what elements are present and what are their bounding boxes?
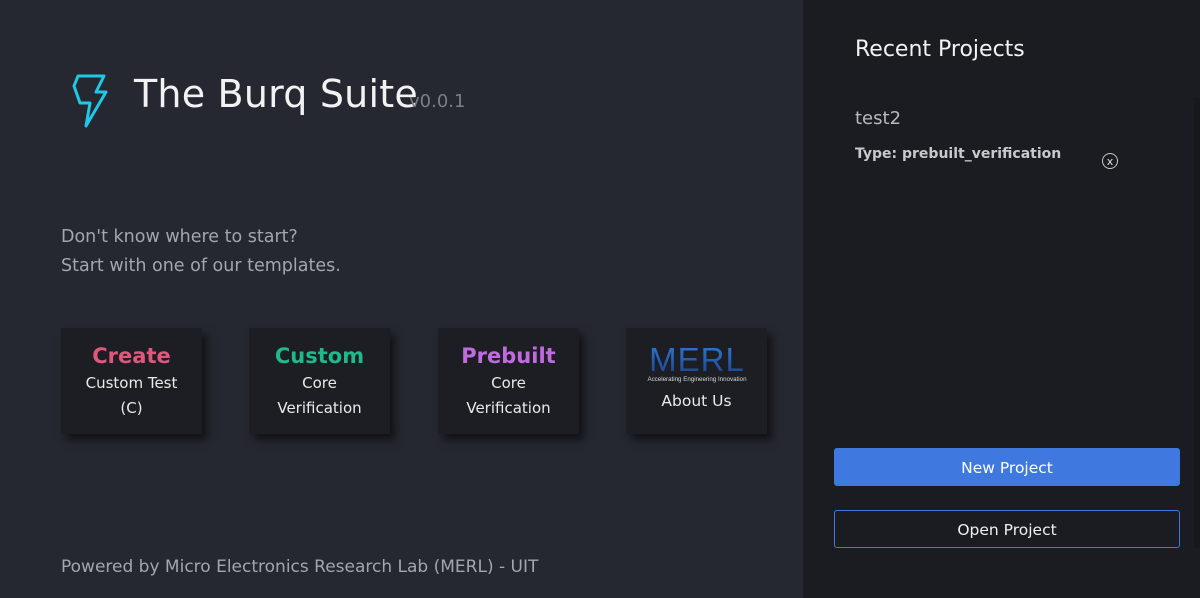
recent-projects-title: Recent Projects [855, 37, 1025, 62]
remove-recent-project-button[interactable]: x [1102, 153, 1118, 169]
template-card-title: Prebuilt [461, 344, 556, 368]
template-card-line-1: Custom Test [85, 374, 178, 392]
template-card-line-2: (C) [120, 399, 143, 417]
recent-project-name: test2 [855, 108, 902, 129]
intro-text: Don't know where to start? Start with on… [61, 223, 341, 281]
open-project-button[interactable]: Open Project [834, 510, 1180, 548]
lightning-bolt-icon [72, 74, 108, 128]
about-us-card[interactable]: MERL Accelerating Engineering Innovation… [626, 328, 767, 434]
about-us-label: About Us [661, 392, 732, 410]
template-card-line-1: Core [491, 374, 526, 392]
recent-project-type: Type: prebuilt_verification [855, 146, 1062, 162]
template-card-create[interactable]: Create Custom Test (C) [61, 328, 202, 434]
template-card-line-2: Verification [277, 399, 362, 417]
template-card-title: Create [92, 344, 171, 368]
template-card-line-1: Core [302, 374, 337, 392]
template-card-prebuilt[interactable]: Prebuilt Core Verification [438, 328, 579, 434]
footer-text: Powered by Micro Electronics Research La… [61, 557, 539, 577]
template-card-title: Custom [274, 344, 365, 368]
main-panel: The Burq Suite v0.0.1 Don't know where t… [0, 0, 803, 598]
template-card-line-2: Verification [466, 399, 551, 417]
sidebar [803, 0, 1200, 598]
intro-line-2: Start with one of our templates. [61, 256, 341, 276]
app-title: The Burq Suite [134, 72, 418, 116]
recent-project-item[interactable]: test2 Type: prebuilt_verification x [855, 108, 1135, 178]
merl-logo-text: MERL [649, 344, 745, 378]
template-card-custom[interactable]: Custom Core Verification [249, 328, 390, 434]
new-project-button[interactable]: New Project [834, 448, 1180, 486]
sidebar-scrollbar[interactable] [1194, 98, 1200, 548]
merl-logo-tagline: Accelerating Engineering Innovation [647, 376, 747, 383]
intro-line-1: Don't know where to start? [61, 227, 298, 247]
app-version: v0.0.1 [409, 91, 466, 112]
merl-logo: MERL Accelerating Engineering Innovation [647, 344, 747, 383]
